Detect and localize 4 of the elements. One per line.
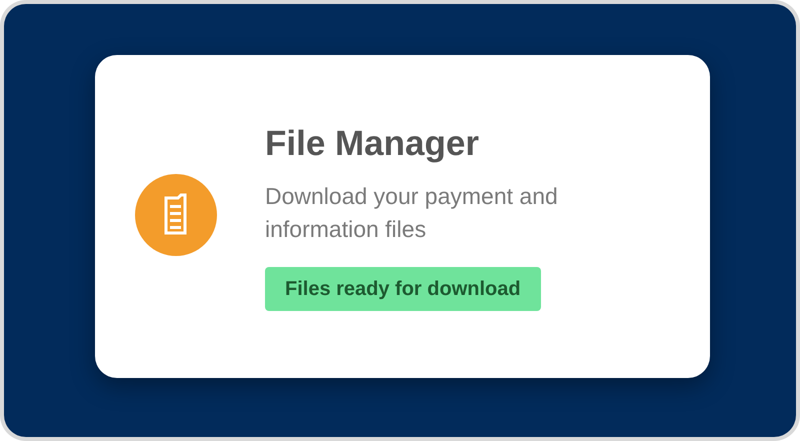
card-title: File Manager: [265, 123, 479, 166]
card-description: Download your payment and information files: [265, 182, 559, 244]
document-icon: [135, 174, 217, 256]
status-badge: Files ready for download: [265, 266, 541, 311]
